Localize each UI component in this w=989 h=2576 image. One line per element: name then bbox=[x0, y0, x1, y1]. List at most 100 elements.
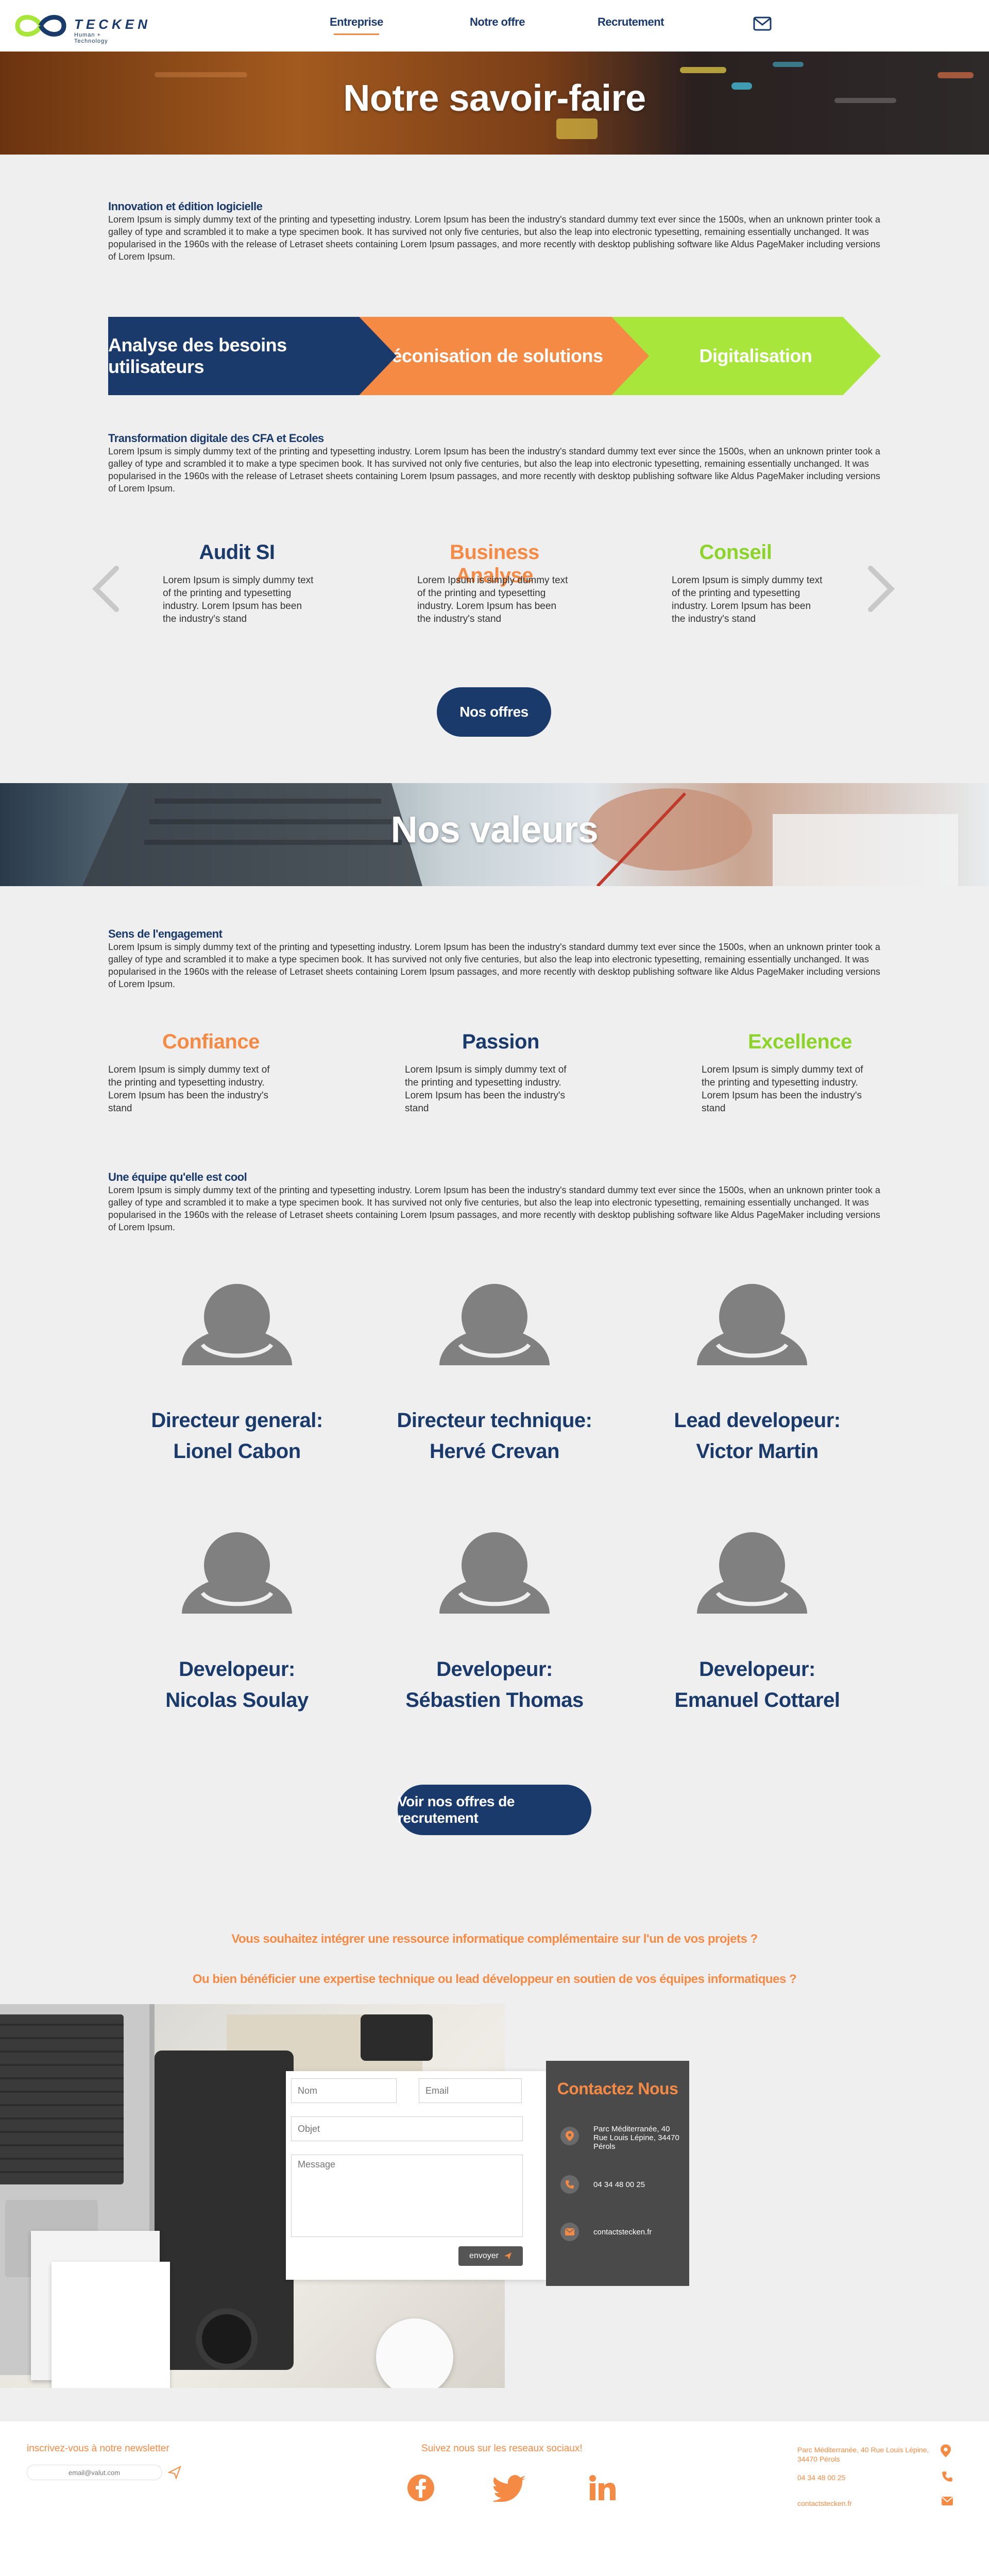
innovation-text: Lorem Ipsum is simply dummy text of the … bbox=[108, 214, 880, 262]
member-role: Developeur: bbox=[179, 1658, 295, 1681]
avatar-icon bbox=[439, 1532, 550, 1614]
transformation-text: Lorem Ipsum is simply dummy text of the … bbox=[108, 446, 880, 494]
phone-icon bbox=[560, 2175, 579, 2194]
contact-address: Parc Méditerranée, 40 Rue Louis Lépine, … bbox=[593, 2125, 679, 2151]
contact-title: Contactez Nous bbox=[557, 2079, 678, 2098]
team-title: Une équipe qu'elle est cool bbox=[108, 1171, 247, 1183]
nav-recrutement[interactable]: Recrutement bbox=[598, 15, 664, 29]
process-step-label: Digitalisation bbox=[699, 345, 812, 366]
question-resource: Vous souhaitez intégrer une ressource in… bbox=[231, 1932, 758, 1946]
member-role: Developeur: bbox=[699, 1658, 815, 1681]
value-text-passion: Lorem Ipsum is simply dummy text of the … bbox=[405, 1064, 567, 1114]
service-text-audit: Lorem Ipsum is simply dummy text of the … bbox=[163, 575, 314, 624]
send-button[interactable]: envoyer bbox=[458, 2246, 523, 2266]
desk-camera bbox=[361, 2014, 433, 2061]
engagement-title: Sens de l'engagement bbox=[108, 927, 223, 940]
member-name: Sébastien Thomas bbox=[405, 1689, 584, 1711]
contact-form: envoyer bbox=[286, 2071, 546, 2280]
recruit-button[interactable]: Voir nos offres de recrutement bbox=[398, 1785, 591, 1835]
avatar-icon bbox=[439, 1284, 550, 1365]
avatar-icon bbox=[182, 1532, 292, 1614]
avatar-icon bbox=[697, 1532, 807, 1614]
member-name: Nicolas Soulay bbox=[165, 1689, 309, 1711]
nav-recrutement-label: Recrutement bbox=[598, 15, 664, 28]
contact-card: Contactez Nous Parc Méditerranée, 40 Rue… bbox=[546, 2061, 689, 2286]
desk-notebook bbox=[52, 2262, 170, 2388]
infinity-logo-icon bbox=[15, 15, 66, 37]
nav-notre-offre-label: Notre offre bbox=[470, 15, 525, 28]
twitter-icon[interactable] bbox=[491, 2475, 526, 2504]
send-button-label: envoyer bbox=[469, 2251, 499, 2260]
process-step-label: Analyse des besoins utilisateurs bbox=[108, 334, 287, 377]
social-label: Suivez nous sur les reseaux sociaux! bbox=[421, 2443, 583, 2454]
desk-cup bbox=[376, 2318, 453, 2388]
process-step-analyse: Analyse des besoins utilisateurs bbox=[108, 317, 397, 395]
member-role: Directeur technique: bbox=[397, 1409, 592, 1432]
paper-plane-icon[interactable] bbox=[167, 2465, 181, 2482]
desk-lens bbox=[196, 2308, 258, 2370]
envelope-icon[interactable] bbox=[753, 16, 772, 33]
logo-tagline: Human + Technology bbox=[74, 32, 108, 44]
logo-name: TECKEN bbox=[74, 16, 151, 32]
linkedin-icon[interactable] bbox=[589, 2475, 616, 2503]
carousel-next-icon[interactable] bbox=[865, 566, 896, 615]
hero-title: Notre savoir-faire bbox=[343, 78, 646, 119]
avatar-icon bbox=[182, 1284, 292, 1365]
service-text-business: Lorem Ipsum is simply dummy text of the … bbox=[417, 575, 568, 624]
nav-entreprise-label: Entreprise bbox=[330, 15, 383, 28]
footer-email[interactable]: contactstecken.fr bbox=[797, 2499, 947, 2508]
nav-active-indicator bbox=[334, 33, 379, 35]
value-title-excellence: Excellence bbox=[748, 1030, 852, 1053]
values-banner-title: Nos valeurs bbox=[390, 809, 599, 851]
name-field[interactable] bbox=[291, 2078, 397, 2103]
newsletter-label: inscrivez-vous à notre newsletter bbox=[27, 2443, 169, 2454]
member-role: Developeur: bbox=[436, 1658, 553, 1681]
email-field[interactable] bbox=[419, 2078, 522, 2103]
contact-phone: 04 34 48 00 25 bbox=[593, 2180, 645, 2189]
team-text: Lorem Ipsum is simply dummy text of the … bbox=[108, 1185, 880, 1232]
member-name: Victor Martin bbox=[696, 1440, 819, 1463]
envelope-icon bbox=[942, 2497, 953, 2508]
carousel-prev-icon[interactable] bbox=[91, 566, 122, 615]
member-role: Directeur general: bbox=[151, 1409, 323, 1432]
value-text-excellence: Lorem Ipsum is simply dummy text of the … bbox=[702, 1064, 863, 1114]
location-icon bbox=[560, 2127, 579, 2145]
service-title-conseil: Conseil bbox=[699, 541, 772, 564]
process-step-digitalisation: Digitalisation bbox=[610, 317, 881, 395]
member-role: Lead developeur: bbox=[674, 1409, 841, 1432]
service-text-conseil: Lorem Ipsum is simply dummy text of the … bbox=[672, 575, 823, 624]
hero-banner: Notre savoir-faire bbox=[0, 52, 989, 155]
value-text-confiance: Lorem Ipsum is simply dummy text of the … bbox=[108, 1064, 270, 1114]
question-expertise: Ou bien bénéficier une expertise techniq… bbox=[192, 1972, 797, 1986]
phone-icon bbox=[942, 2471, 953, 2485]
value-title-confiance: Confiance bbox=[162, 1030, 260, 1053]
contact-email: contactstecken.fr bbox=[593, 2228, 652, 2236]
value-title-passion: Passion bbox=[462, 1030, 539, 1053]
member-name: Lionel Cabon bbox=[173, 1440, 301, 1463]
location-icon bbox=[941, 2444, 951, 2460]
subject-field[interactable] bbox=[291, 2116, 523, 2141]
site-header: TECKEN Human + Technology Entreprise Not… bbox=[0, 0, 989, 52]
member-name: Emanuel Cottarel bbox=[674, 1689, 840, 1711]
logo[interactable]: TECKEN Human + Technology bbox=[12, 9, 147, 44]
laptop-keyboard bbox=[0, 2014, 124, 2184]
process-step-label: Préconisation de solutions bbox=[372, 345, 603, 366]
envelope-icon bbox=[560, 2223, 579, 2241]
values-banner: Nos valeurs bbox=[0, 783, 989, 886]
paper-plane-icon bbox=[504, 2252, 511, 2260]
innovation-title: Innovation et édition logicielle bbox=[108, 200, 263, 213]
service-title-audit: Audit SI bbox=[199, 541, 275, 564]
newsletter-input[interactable] bbox=[27, 2465, 162, 2480]
engagement-text: Lorem Ipsum is simply dummy text of the … bbox=[108, 942, 880, 989]
member-name: Hervé Crevan bbox=[430, 1440, 559, 1463]
facebook-icon[interactable] bbox=[407, 2474, 435, 2504]
message-field[interactable] bbox=[291, 2155, 523, 2237]
avatar-icon bbox=[697, 1284, 807, 1365]
footer-phone: 04 34 48 00 25 bbox=[797, 2473, 846, 2482]
footer-address: Parc Méditerranée, 40 Rue Louis Lépine, … bbox=[797, 2446, 929, 2463]
transformation-title: Transformation digitale des CFA et Ecole… bbox=[108, 432, 324, 445]
offers-button[interactable]: Nos offres bbox=[437, 687, 551, 737]
nav-notre-offre[interactable]: Notre offre bbox=[470, 15, 525, 29]
nav-entreprise[interactable]: Entreprise bbox=[330, 15, 383, 35]
site-footer: inscrivez-vous à notre newsletter Suivez… bbox=[0, 2421, 989, 2576]
